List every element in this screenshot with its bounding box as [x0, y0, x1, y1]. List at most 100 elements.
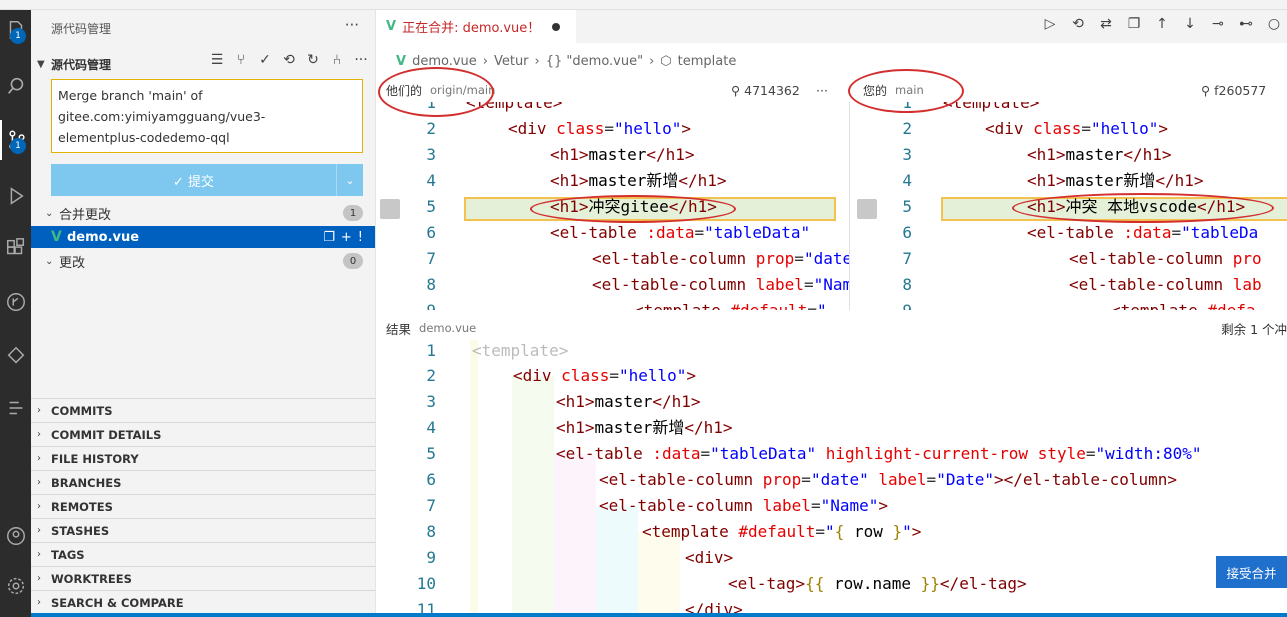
run-debug-icon[interactable]: [0, 176, 31, 216]
panel-label: SEARCH & COMPARE: [51, 595, 184, 610]
panel-commits[interactable]: › COMMITS: [31, 398, 375, 422]
chevron-right-icon: ›: [37, 573, 41, 584]
panel-remotes[interactable]: › REMOTES: [31, 494, 375, 518]
line-number: 9: [426, 548, 436, 567]
code-line: <h1>master新增</h1>: [550, 171, 727, 190]
panel-worktrees[interactable]: › WORKTREES: [31, 566, 375, 590]
merge-editor: V 正在合并: demo.vue！ ▷ ⟲ ⇄ ❐ ↑ ↓ ⊸ ⊷ ○ V de…: [376, 10, 1287, 617]
merge-editor-window: 1 1 源代码管理 ··· ▼ 源代码管理 ☰ ⑂ ✓ ⟲ ↻ ⑃ ··· Me…: [0, 0, 1287, 617]
annotation-circle: [1012, 193, 1274, 223]
theirs-hash: ⚲ 4714362: [731, 82, 800, 98]
stage-plus-icon[interactable]: +: [341, 230, 352, 245]
result-header: 结果 demo.vue 剩余 1 个冲: [376, 316, 1287, 340]
sidebar-title: 源代码管理: [51, 22, 112, 36]
file-name: demo.vue: [67, 229, 140, 245]
panel-commit-details[interactable]: › COMMIT DETAILS: [31, 422, 375, 446]
panel-stashes[interactable]: › STASHES: [31, 518, 375, 542]
code-line: <el-table-column pro: [1069, 249, 1262, 268]
indent-guide: [512, 376, 554, 617]
commit-nav-icon[interactable]: ⊷: [1237, 16, 1255, 32]
commit-message-input[interactable]: Merge branch 'main' of gitee.com:yimiyam…: [51, 79, 363, 153]
remaining-conflicts: 剩余 1 个冲: [1221, 321, 1287, 337]
vue-file-icon: V: [51, 229, 62, 245]
history-icon[interactable]: ⟲: [281, 52, 297, 68]
accept-merge-button[interactable]: 接受合并: [1216, 556, 1287, 588]
code-line: <h1>master</h1>: [556, 392, 701, 411]
panel-search-compare[interactable]: › SEARCH & COMPARE: [31, 590, 375, 614]
result-label: 结果: [386, 321, 412, 337]
code-line: <el-table-column lab: [1069, 275, 1262, 294]
file-actions: ❐ + !: [323, 230, 363, 245]
yours-hash-value: f260577: [1214, 82, 1267, 98]
annotation-circle: [530, 195, 736, 223]
chevron-right-icon: ›: [37, 501, 41, 512]
breadcrumb-lang[interactable]: Vetur: [494, 54, 529, 69]
commit-nav-icon[interactable]: ⊸: [1209, 16, 1227, 32]
line-number: 3: [426, 392, 436, 411]
circle-icon[interactable]: ○: [1265, 16, 1283, 32]
explorer-icon[interactable]: 1: [0, 10, 31, 50]
file-item-demo-vue[interactable]: V demo.vue ❐ + !: [31, 226, 375, 248]
chevron-right-icon: ›: [37, 477, 41, 488]
source-control-icon[interactable]: 1: [0, 120, 31, 160]
settings-gear-icon[interactable]: [0, 566, 31, 606]
code-line: <h1>master新增</h1>: [556, 418, 733, 437]
open-changes-icon[interactable]: ❐: [1125, 16, 1143, 32]
commit-check-icon[interactable]: ✓: [257, 52, 273, 68]
account-icon[interactable]: [0, 516, 31, 556]
run-icon[interactable]: ▷: [1041, 16, 1059, 32]
git-graph-icon[interactable]: ⑂: [233, 52, 249, 68]
gitlens-icon[interactable]: [0, 388, 31, 428]
source-control-sidebar: 源代码管理 ··· ▼ 源代码管理 ☰ ⑂ ✓ ⟲ ↻ ⑃ ··· Merge …: [31, 10, 376, 617]
tab-label: 正在合并: demo.vue！: [402, 21, 541, 36]
search-icon[interactable]: [0, 66, 31, 106]
changes-count: 0: [343, 253, 363, 269]
panel-label: REMOTES: [51, 499, 113, 514]
vue-file-icon: V: [386, 19, 397, 34]
remote-explorer-icon[interactable]: [0, 336, 31, 376]
git-graph-icon[interactable]: [0, 282, 31, 322]
scm-badge: 1: [10, 138, 26, 154]
timeline-icon[interactable]: ⟲: [1069, 16, 1087, 32]
commit-button-label: ✓ 提交: [172, 174, 215, 190]
result-code-pane[interactable]: 1 2 3 4 5 6 7 8 9 10 11 <template> <div …: [376, 340, 1287, 617]
merge-changes-group[interactable]: ⌄ 合并更改 1: [31, 202, 375, 224]
chevron-right-icon: ›: [37, 525, 41, 536]
commit-button[interactable]: ✓ 提交 ⌄: [51, 164, 363, 196]
more-actions-icon[interactable]: ···: [816, 83, 828, 98]
previous-change-icon[interactable]: ↑: [1153, 16, 1171, 32]
code-line: <h1>master新增</h1>: [1027, 171, 1204, 190]
unsaved-dot-icon[interactable]: [552, 22, 561, 31]
code-line: <div class="hello">: [508, 119, 692, 138]
line-number: 8: [902, 275, 912, 294]
line-number: 2: [902, 119, 912, 138]
code-line: <template>: [943, 102, 1040, 112]
breadcrumb-obj[interactable]: {} "demo.vue": [546, 54, 643, 69]
breadcrumb-node[interactable]: template: [678, 54, 737, 69]
branch-icon[interactable]: ⑃: [329, 52, 345, 68]
code-line: <div>: [685, 548, 734, 567]
refresh-icon[interactable]: ↻: [305, 52, 321, 68]
chevron-down-icon: ▼: [37, 58, 45, 70]
compare-icon[interactable]: ⇄: [1097, 16, 1115, 32]
changes-group[interactable]: ⌄ 更改 0: [31, 250, 375, 272]
panel-file-history[interactable]: › FILE HISTORY: [31, 446, 375, 470]
code-line: <template #default="{ row }">: [642, 522, 922, 541]
panel-tags[interactable]: › TAGS: [31, 542, 375, 566]
line-number: 9: [852, 298, 912, 310]
breadcrumb-file[interactable]: demo.vue: [412, 54, 477, 69]
file-status: !: [357, 229, 363, 245]
status-bar: [31, 613, 1287, 617]
panel-branches[interactable]: › BRANCHES: [31, 470, 375, 494]
extensions-icon[interactable]: [0, 228, 31, 268]
chevron-down-icon[interactable]: ⌄: [336, 164, 363, 196]
panel-label: FILE HISTORY: [51, 451, 139, 466]
next-change-icon[interactable]: ↓: [1181, 16, 1199, 32]
more-actions-icon[interactable]: ···: [345, 16, 359, 34]
more-icon[interactable]: ···: [353, 52, 369, 68]
view-as-list-icon[interactable]: ☰: [209, 52, 225, 68]
line-number: 7: [426, 496, 436, 515]
line-number: 2: [426, 119, 436, 138]
open-file-icon[interactable]: ❐: [323, 230, 335, 245]
tab-demo-vue-merging[interactable]: V 正在合并: demo.vue！: [376, 10, 576, 43]
